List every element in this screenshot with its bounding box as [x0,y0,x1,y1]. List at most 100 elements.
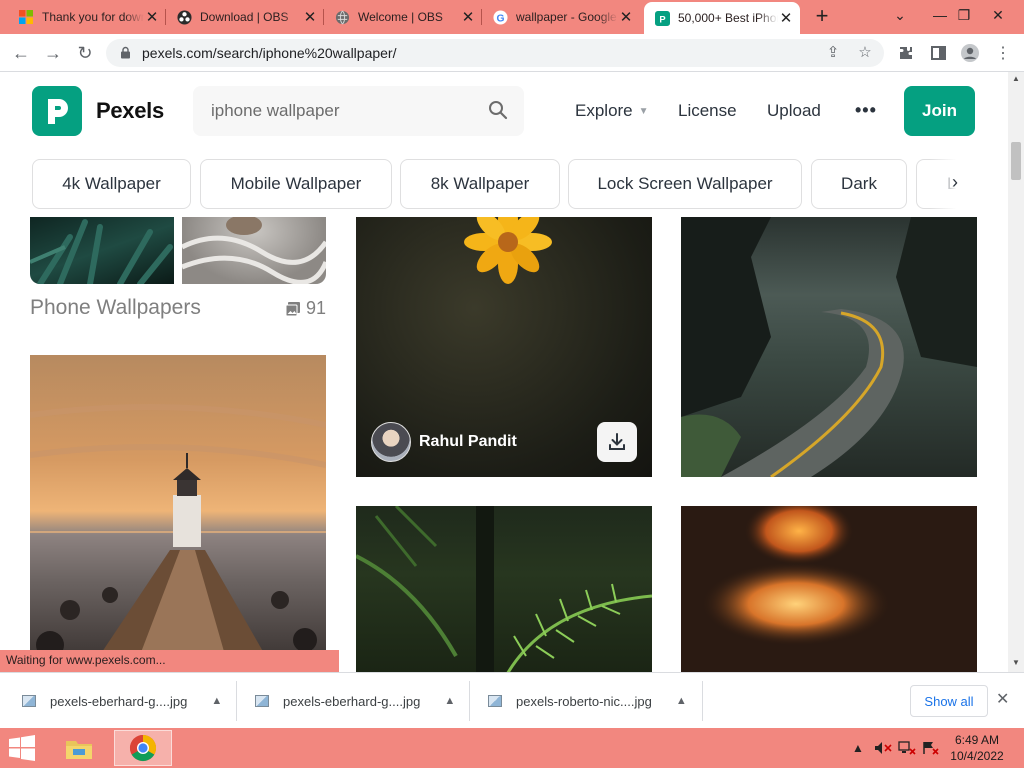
join-button[interactable]: Join [904,86,975,136]
back-icon[interactable]: ← [8,41,34,65]
close-tab-icon[interactable]: ✕ [302,8,318,26]
search-box[interactable] [193,86,524,136]
start-button[interactable] [8,735,36,766]
show-all-button[interactable]: Show all [910,685,988,717]
scroll-up-icon[interactable]: ▲ [1008,74,1024,83]
download-item[interactable]: pexels-eberhard-g....jpg ▲ [22,681,222,721]
bookmark-star-icon[interactable]: ☆ [856,44,874,62]
nav-upload[interactable]: Upload [767,101,821,121]
nav-explore[interactable]: Explore ▼ [575,101,649,121]
file-explorer-taskbar-button[interactable] [50,730,108,766]
chip-dark[interactable]: Dark [811,159,907,209]
chrome-taskbar-button[interactable] [114,730,172,766]
tab-title: wallpaper - Google Search [516,10,618,24]
browser-tab[interactable]: Thank you for downloading ✕ [8,0,166,34]
download-item[interactable]: pexels-roberto-nic....jpg ▲ [488,681,687,721]
bokeh-image [701,506,891,646]
browser-tab[interactable]: Download | OBS ✕ [166,0,324,34]
divider [469,681,470,721]
lock-icon[interactable] [120,46,131,64]
chrome-icon [129,734,157,762]
collection-title[interactable]: Phone Wallpapers [30,296,201,320]
divider [702,681,703,721]
tab-strip: Thank you for downloading ✕ Download | O… [0,0,1024,34]
image-file-icon [255,695,269,707]
pexels-logo-mark-icon [48,99,68,124]
globe-icon [334,9,350,25]
system-clock[interactable]: 6:49 AM 10/4/2022 [942,732,1012,764]
omnibox[interactable]: pexels.com/search/iphone%20wallpaper/ ⇪ … [106,39,884,67]
chip-4k-wallpaper[interactable]: 4k Wallpaper [32,159,191,209]
network-icon[interactable] [898,741,916,758]
page-viewport: Pexels Explore▼ License Upload ••• Join … [0,72,1008,672]
browser-tab-active[interactable]: P 50,000+ Best iPhone Wallpaper ✕ [644,2,800,34]
chevron-up-icon[interactable]: ▲ [676,695,687,707]
photo-ferns[interactable] [356,506,652,672]
volume-muted-icon[interactable] [874,741,892,758]
browser-tab[interactable]: Welcome | OBS ✕ [324,0,482,34]
share-icon[interactable]: ⇪ [824,44,842,62]
chip-8k-wallpaper[interactable]: 8k Wallpaper [400,159,560,209]
folder-icon [66,741,92,759]
photo-bokeh-lights[interactable] [681,506,977,672]
close-shelf-icon[interactable]: ✕ [996,689,1009,709]
download-icon [609,433,625,450]
extensions-icon[interactable] [895,43,917,63]
search-icon[interactable] [488,100,508,125]
tab-search-icon[interactable]: ⌄ [880,0,920,30]
chevron-right-icon[interactable]: › [952,172,958,193]
chevron-up-icon[interactable]: ▲ [444,695,455,707]
blanket-image [182,217,326,284]
photo-forest-road[interactable] [681,217,977,477]
address-toolbar: ← → ↻ pexels.com/search/iphone%20wallpap… [0,34,1024,72]
download-button[interactable] [597,422,637,462]
chip-mobile-wallpaper[interactable]: Mobile Wallpaper [200,159,392,209]
svg-text:P: P [659,14,665,24]
close-tab-icon[interactable]: ✕ [460,8,476,26]
clock-date: 10/4/2022 [950,749,1004,763]
tab-title: Thank you for downloading [42,10,144,24]
page-scrollbar[interactable]: ▲ ▼ [1008,72,1024,672]
chevron-up-icon[interactable]: ▲ [211,695,222,707]
close-tab-icon[interactable]: ✕ [618,8,634,26]
more-menu-icon[interactable]: ••• [855,100,877,121]
search-input[interactable] [211,98,471,124]
profile-avatar-icon[interactable] [959,43,981,63]
download-filename: pexels-eberhard-g....jpg [50,693,188,709]
author-avatar[interactable] [371,422,411,462]
collection-thumb-blanket[interactable] [182,217,326,284]
leaves-image [30,219,173,284]
browser-tab[interactable]: G wallpaper - Google Search ✕ [482,0,640,34]
nav-license[interactable]: License [678,101,737,121]
scrollbar-thumb[interactable] [1011,142,1021,180]
scroll-down-icon[interactable]: ▼ [1008,658,1024,667]
author-name[interactable]: Rahul Pandit [419,433,517,451]
image-file-icon [488,695,502,707]
photo-lighthouse[interactable] [30,355,326,655]
collection-count: 91 [285,298,326,319]
download-filename: pexels-eberhard-g....jpg [283,693,421,709]
windows-icon [18,9,34,25]
google-icon: G [492,9,508,25]
pexels-logo[interactable] [32,86,82,136]
side-panel-icon[interactable] [927,43,949,63]
download-filename: pexels-roberto-nic....jpg [516,693,652,709]
nav-explore-label: Explore [575,101,633,120]
chrome-menu-icon[interactable]: ⋮ [992,43,1014,63]
photo-yellow-flower[interactable]: Rahul Pandit [356,217,652,477]
show-hidden-icons-icon[interactable]: ▲ [852,741,864,755]
forward-icon[interactable]: → [40,41,66,65]
action-center-icon[interactable] [922,741,940,758]
svg-text:G: G [496,13,504,24]
brand-name[interactable]: Pexels [96,98,164,124]
close-tab-icon[interactable]: ✕ [778,9,794,27]
close-tab-icon[interactable]: ✕ [144,8,160,26]
reload-icon[interactable]: ↻ [72,41,98,65]
lighthouse-image [30,404,326,655]
download-item[interactable]: pexels-eberhard-g....jpg ▲ [255,681,455,721]
collection-thumb-leaves[interactable] [30,217,174,284]
new-tab-button[interactable]: + [808,3,836,31]
window-close-icon[interactable]: ✕ [978,0,1018,30]
chip-lock-screen-wallpaper[interactable]: Lock Screen Wallpaper [568,159,802,209]
url-text[interactable]: pexels.com/search/iphone%20wallpaper/ [142,45,396,61]
